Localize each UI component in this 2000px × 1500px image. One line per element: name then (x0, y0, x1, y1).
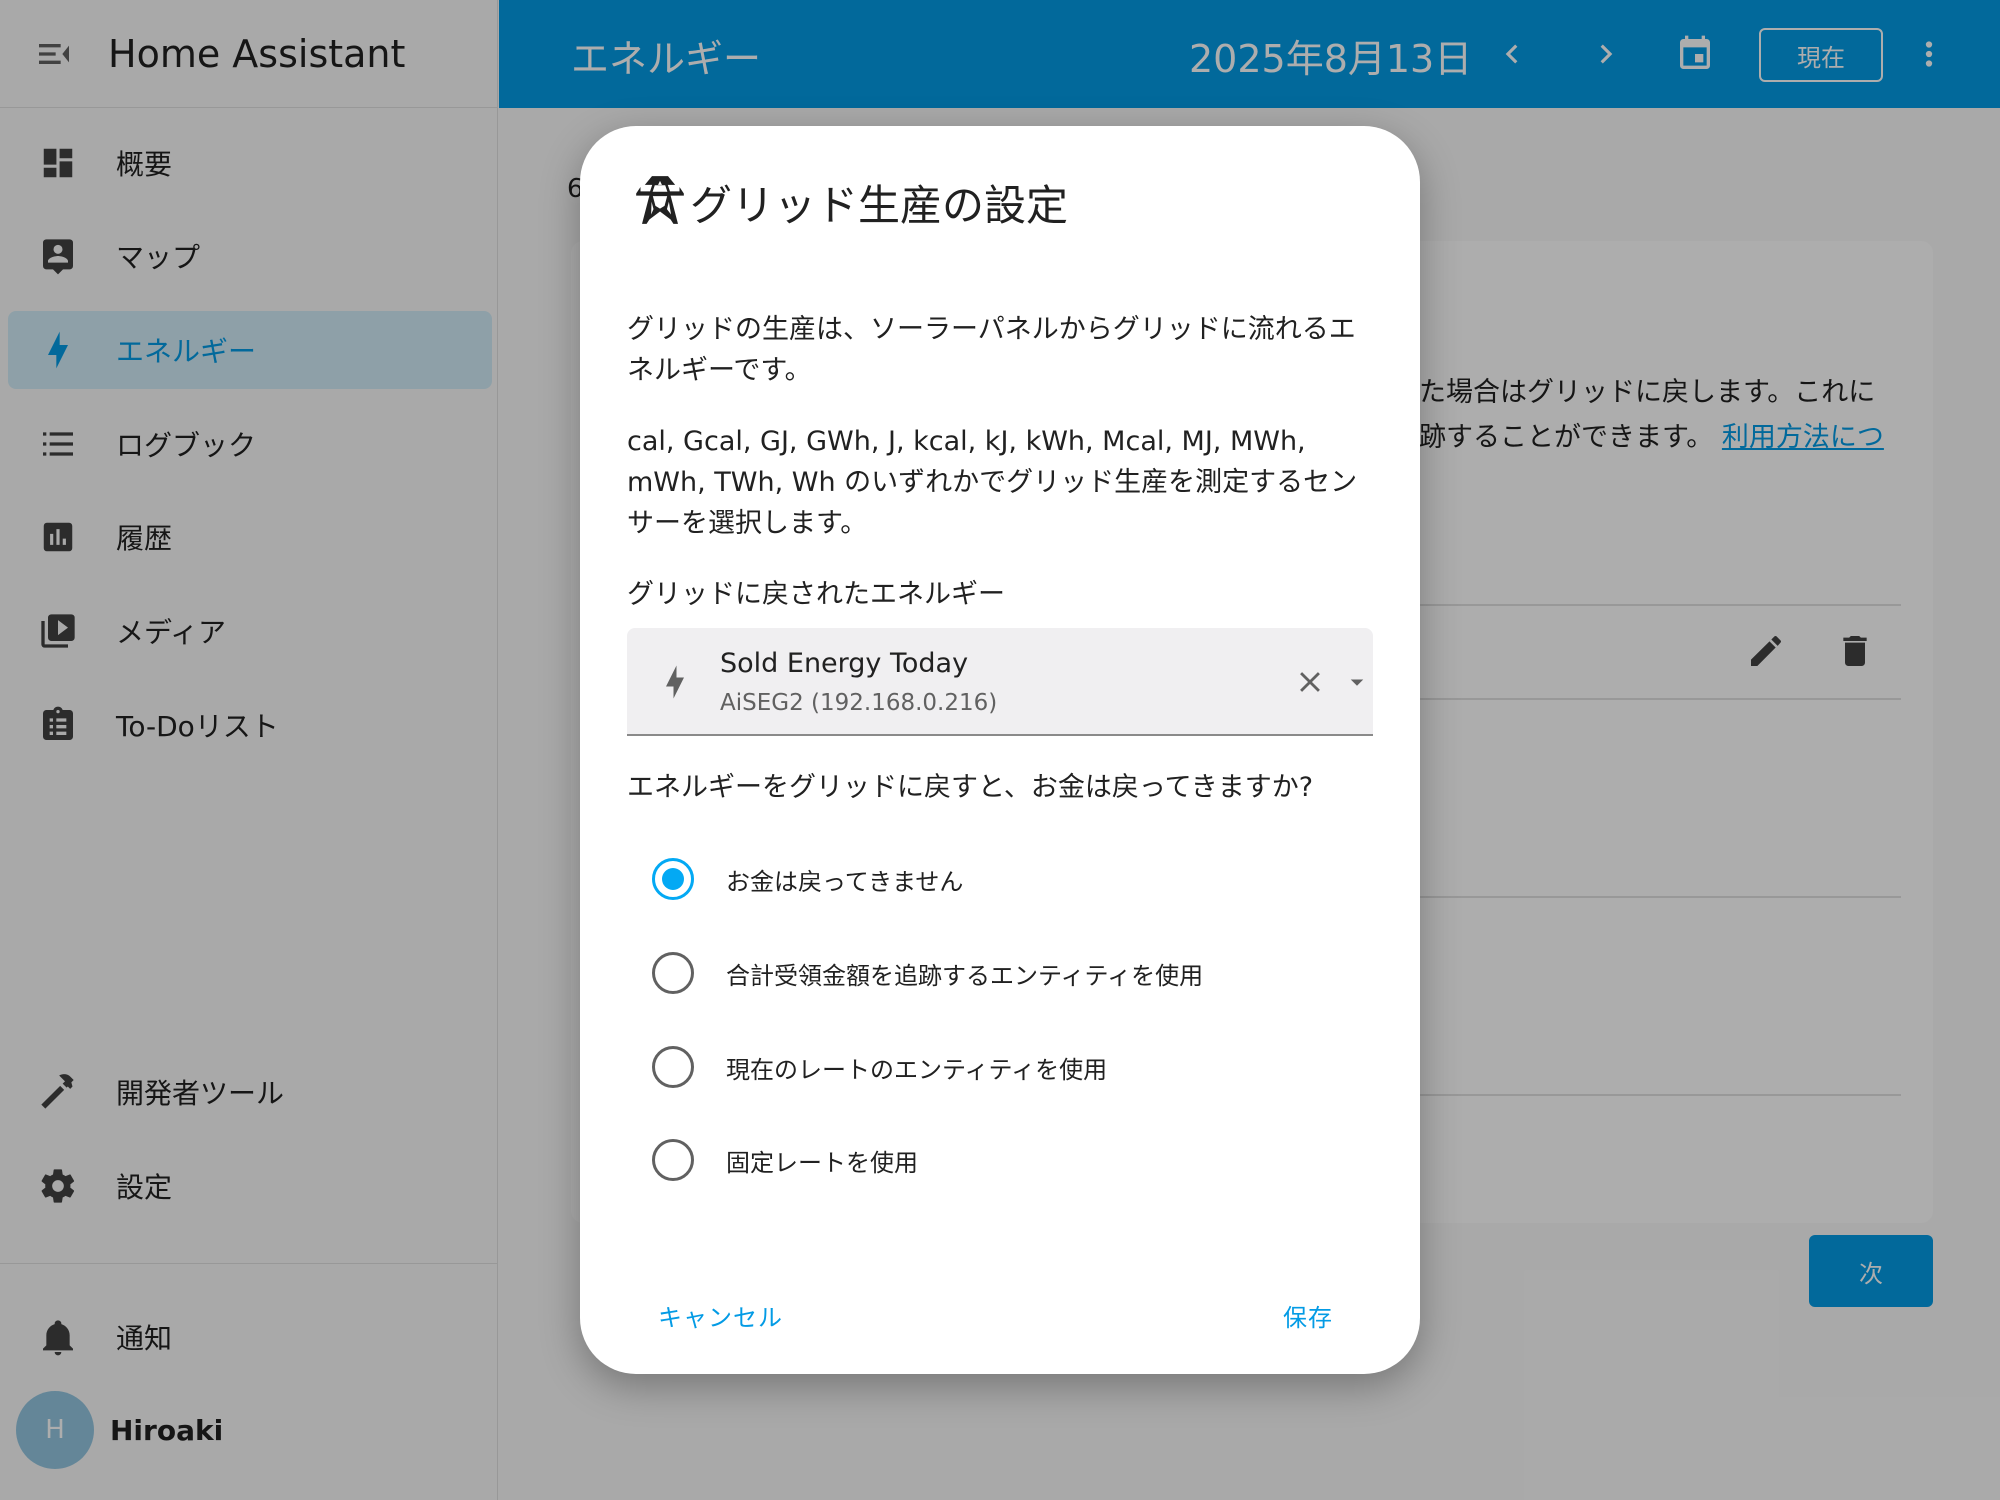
radio-label: 合計受領金額を追跡するエンティティを使用 (726, 961, 1204, 990)
radio-button[interactable] (652, 1139, 694, 1181)
entity-picker[interactable]: Sold Energy Today AiSEG2 (192.168.0.216) (627, 628, 1373, 736)
dialog-title: グリッド生産の設定 (690, 180, 1069, 230)
radio-button[interactable] (652, 858, 694, 900)
dialog-units-description: cal, Gcal, GJ, GWh, J, kcal, kJ, kWh, Mc… (627, 426, 1358, 539)
compensation-question: エネルギーをグリッドに戻すと、お金は戻ってきますか? (627, 772, 1314, 803)
sensor-field-label: グリッドに戻されたエネルギー (627, 579, 1005, 610)
radio-label: 固定レートを使用 (726, 1148, 918, 1177)
grid-production-dialog: グリッド生産の設定 グリッドの生産は、ソーラーパネルからグリッドに流れるエネルギ… (580, 126, 1420, 1374)
lightning-bolt-icon (655, 654, 695, 710)
radio-label: 現在のレートのエンティティを使用 (726, 1055, 1108, 1084)
transmission-tower-icon (634, 170, 686, 234)
radio-option-fixed-rate[interactable]: 固定レートを使用 (652, 1139, 918, 1181)
dialog-header: グリッド生産の設定 (634, 170, 1068, 234)
radio-option-current-rate-entity[interactable]: 現在のレートのエンティティを使用 (652, 1046, 1107, 1088)
save-button[interactable]: 保存 (1283, 1298, 1333, 1333)
radio-button[interactable] (652, 952, 694, 994)
radio-label: お金は戻ってきません (726, 867, 964, 896)
chevron-down-icon[interactable] (1337, 662, 1377, 702)
entity-device: AiSEG2 (192.168.0.216) (720, 690, 998, 716)
radio-button[interactable] (652, 1046, 694, 1088)
radio-option-total-entity[interactable]: 合計受領金額を追跡するエンティティを使用 (652, 952, 1203, 994)
dialog-description: グリッドの生産は、ソーラーパネルからグリッドに流れるエネルギーです。 (627, 314, 1356, 386)
close-icon[interactable] (1288, 660, 1332, 704)
radio-option-no-money[interactable]: お金は戻ってきません (652, 858, 963, 900)
entity-name: Sold Energy Today (720, 648, 969, 679)
cancel-button[interactable]: キャンセル (658, 1298, 783, 1333)
